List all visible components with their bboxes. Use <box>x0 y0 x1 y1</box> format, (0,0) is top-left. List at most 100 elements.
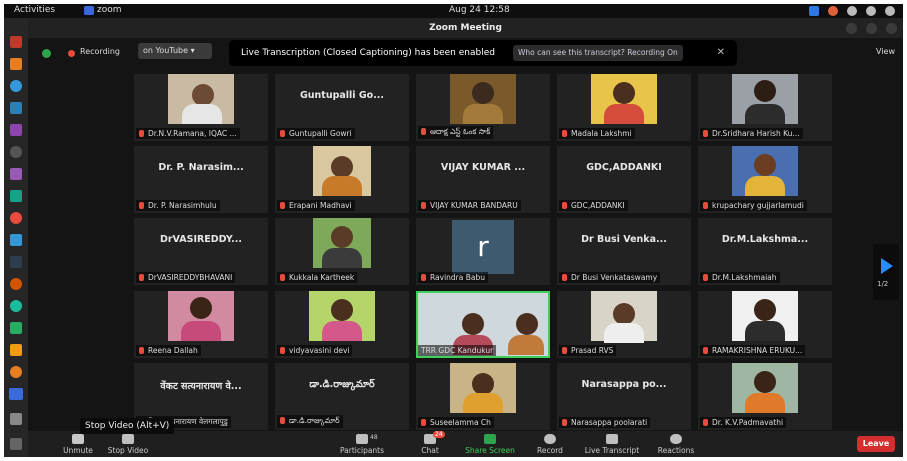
participant-tile[interactable]: Dr.Sridhara Harish Ku... <box>698 74 832 141</box>
participant-tile[interactable]: Suseelamma Ch <box>416 363 550 430</box>
mic-muted-icon <box>703 419 708 426</box>
participants-button[interactable]: 48 Participants <box>332 431 392 455</box>
participant-tile[interactable]: డా.డి.రాజ్కుమార్ డా.డి.రాజ్కుమార్ <box>275 363 409 430</box>
dock-app-icon[interactable] <box>10 234 22 246</box>
dock-app-icon[interactable] <box>10 278 22 290</box>
mic-muted-icon <box>703 274 708 281</box>
participant-video <box>313 146 371 196</box>
tray-notify-icon[interactable] <box>828 6 838 16</box>
maximize-icon[interactable] <box>866 23 877 34</box>
participant-tile[interactable]: Erapani Madhavi <box>275 146 409 213</box>
tray-app-icon[interactable] <box>809 6 819 16</box>
dock-app-icon[interactable] <box>10 366 22 378</box>
participant-tile[interactable]: Reena Dallah <box>134 291 268 358</box>
live-transcript-button[interactable]: Live Transcript <box>582 431 642 455</box>
chat-label: Chat <box>421 446 439 455</box>
stop-video-button[interactable]: Stop Video <box>98 431 158 455</box>
security-shield-icon[interactable] <box>42 49 51 58</box>
dock-app-icon[interactable] <box>10 256 22 268</box>
dock-app-icon[interactable] <box>10 168 22 180</box>
wifi-icon[interactable] <box>847 6 857 16</box>
participant-display-name: Dr. P. Narasim... <box>158 162 244 173</box>
participant-display-name: Guntupalli Go... <box>299 90 385 101</box>
participant-tile[interactable]: Prasad RVS <box>557 291 691 358</box>
record-button[interactable]: Record <box>520 431 580 455</box>
mic-muted-icon <box>703 202 708 209</box>
dock-app-icon[interactable] <box>10 36 22 48</box>
participant-tile[interactable]: Dr Busi Venka... Dr Busi Venkataswamy <box>557 218 691 285</box>
participant-video <box>168 291 234 341</box>
show-apps-icon[interactable] <box>10 438 22 450</box>
participant-tile[interactable]: vidyavasini devi <box>275 291 409 358</box>
participant-tile[interactable]: Dr. K.V.Padmavathi <box>698 363 832 430</box>
dock-browser-icon[interactable] <box>10 80 22 92</box>
meeting-toolbar: Unmute Stop Video 48 Participants 24 Cha… <box>28 431 903 457</box>
participant-tile[interactable]: Dr.N.V.Ramana, IQAC ... <box>134 74 268 141</box>
share-screen-button[interactable]: Share Screen <box>460 431 520 455</box>
leave-button[interactable]: Leave <box>857 436 895 452</box>
recording-label[interactable]: Recording <box>80 47 120 56</box>
reactions-label: Reactions <box>657 446 695 455</box>
mic-muted-icon <box>421 128 426 135</box>
close-icon[interactable] <box>886 23 897 34</box>
transcript-info-link[interactable]: Who can see this transcript? Recording O… <box>513 45 683 61</box>
participant-avatar: r <box>452 220 514 274</box>
dock-app-icon[interactable] <box>10 413 22 425</box>
dock-app-icon[interactable] <box>10 212 22 224</box>
view-button[interactable]: View <box>876 47 895 56</box>
dock-app-icon[interactable] <box>10 190 22 202</box>
participant-tile[interactable]: ఆదాక్ష ఎస్ట్ ఓంక సాక్ <box>416 74 550 141</box>
participant-tile[interactable]: Madala Lakshmi <box>557 74 691 141</box>
participant-tile[interactable]: Guntupalli Go... Guntupalli Gowri <box>275 74 409 141</box>
participant-name-label: VIJAY KUMAR BANDARU <box>418 200 521 211</box>
dock-app-icon[interactable] <box>10 344 22 356</box>
reactions-button[interactable]: Reactions <box>646 431 706 455</box>
dock-app-icon[interactable] <box>10 300 22 312</box>
dock-zoom-icon[interactable] <box>9 388 23 400</box>
mic-muted-icon <box>421 274 426 281</box>
active-speaker-tile[interactable]: TRR GDC Kandukur <box>416 291 550 358</box>
page-indicator: 1/2 <box>877 280 889 288</box>
mic-muted-icon <box>280 130 285 137</box>
video-camera-icon <box>122 434 134 444</box>
participant-tile[interactable]: Kukkala Kartheek <box>275 218 409 285</box>
youtube-stream-button[interactable]: on YouTube ▾ <box>138 43 212 59</box>
dock-app-icon[interactable] <box>10 146 22 158</box>
mic-muted-icon <box>421 202 426 209</box>
participant-tile[interactable]: VIJAY KUMAR ... VIJAY KUMAR BANDARU <box>416 146 550 213</box>
participant-tile[interactable]: DrVASIREDDY... DrVASIREDDYBHAVANI <box>134 218 268 285</box>
mic-muted-icon <box>562 347 567 354</box>
dock-app-icon[interactable] <box>10 58 22 70</box>
participant-video <box>732 74 798 124</box>
system-tray[interactable] <box>809 6 895 16</box>
mic-muted-icon <box>562 419 567 426</box>
participant-tile[interactable]: Narasappa po... Narasappa poolarati <box>557 363 691 430</box>
participant-tile[interactable]: RAMAKRISHNA ERUKU... <box>698 291 832 358</box>
clock[interactable]: Aug 24 12:58 <box>449 5 510 15</box>
participant-display-name: Narasappa po... <box>581 379 667 390</box>
mic-muted-icon <box>139 130 144 137</box>
dock-app-icon[interactable] <box>10 124 22 136</box>
volume-icon[interactable] <box>866 6 876 16</box>
next-page-button[interactable]: 1/2 <box>873 244 899 300</box>
activities-button[interactable]: Activities <box>14 5 55 15</box>
app-menu[interactable]: zoom <box>97 5 122 15</box>
dock-app-icon[interactable] <box>10 322 22 334</box>
participant-tile[interactable]: Dr. P. Narasim... Dr. P. Narasimhulu <box>134 146 268 213</box>
participant-tile[interactable]: r Ravindra Babu <box>416 218 550 285</box>
mic-muted-icon <box>703 347 708 354</box>
dock-app-icon[interactable] <box>10 102 22 114</box>
chat-button[interactable]: 24 Chat <box>400 431 460 455</box>
participant-tile[interactable]: krupachary gujjarlamudi <box>698 146 832 213</box>
participant-tile[interactable]: GDC,ADDANKI GDC,ADDANKI <box>557 146 691 213</box>
close-banner-icon[interactable]: ✕ <box>717 40 725 66</box>
participant-tile[interactable]: Dr.M.Lakshma... Dr.M.Lakshmaiah <box>698 218 832 285</box>
minimize-icon[interactable] <box>846 23 857 34</box>
mic-muted-icon <box>72 434 84 444</box>
participant-name-label: Ravindra Babu <box>418 272 488 283</box>
power-icon[interactable] <box>885 6 895 16</box>
mic-muted-icon <box>139 347 144 354</box>
record-icon <box>544 434 556 444</box>
chevron-right-icon <box>881 258 893 274</box>
zoom-window: Zoom Meeting Recording on YouTube ▾ View… <box>28 18 903 457</box>
